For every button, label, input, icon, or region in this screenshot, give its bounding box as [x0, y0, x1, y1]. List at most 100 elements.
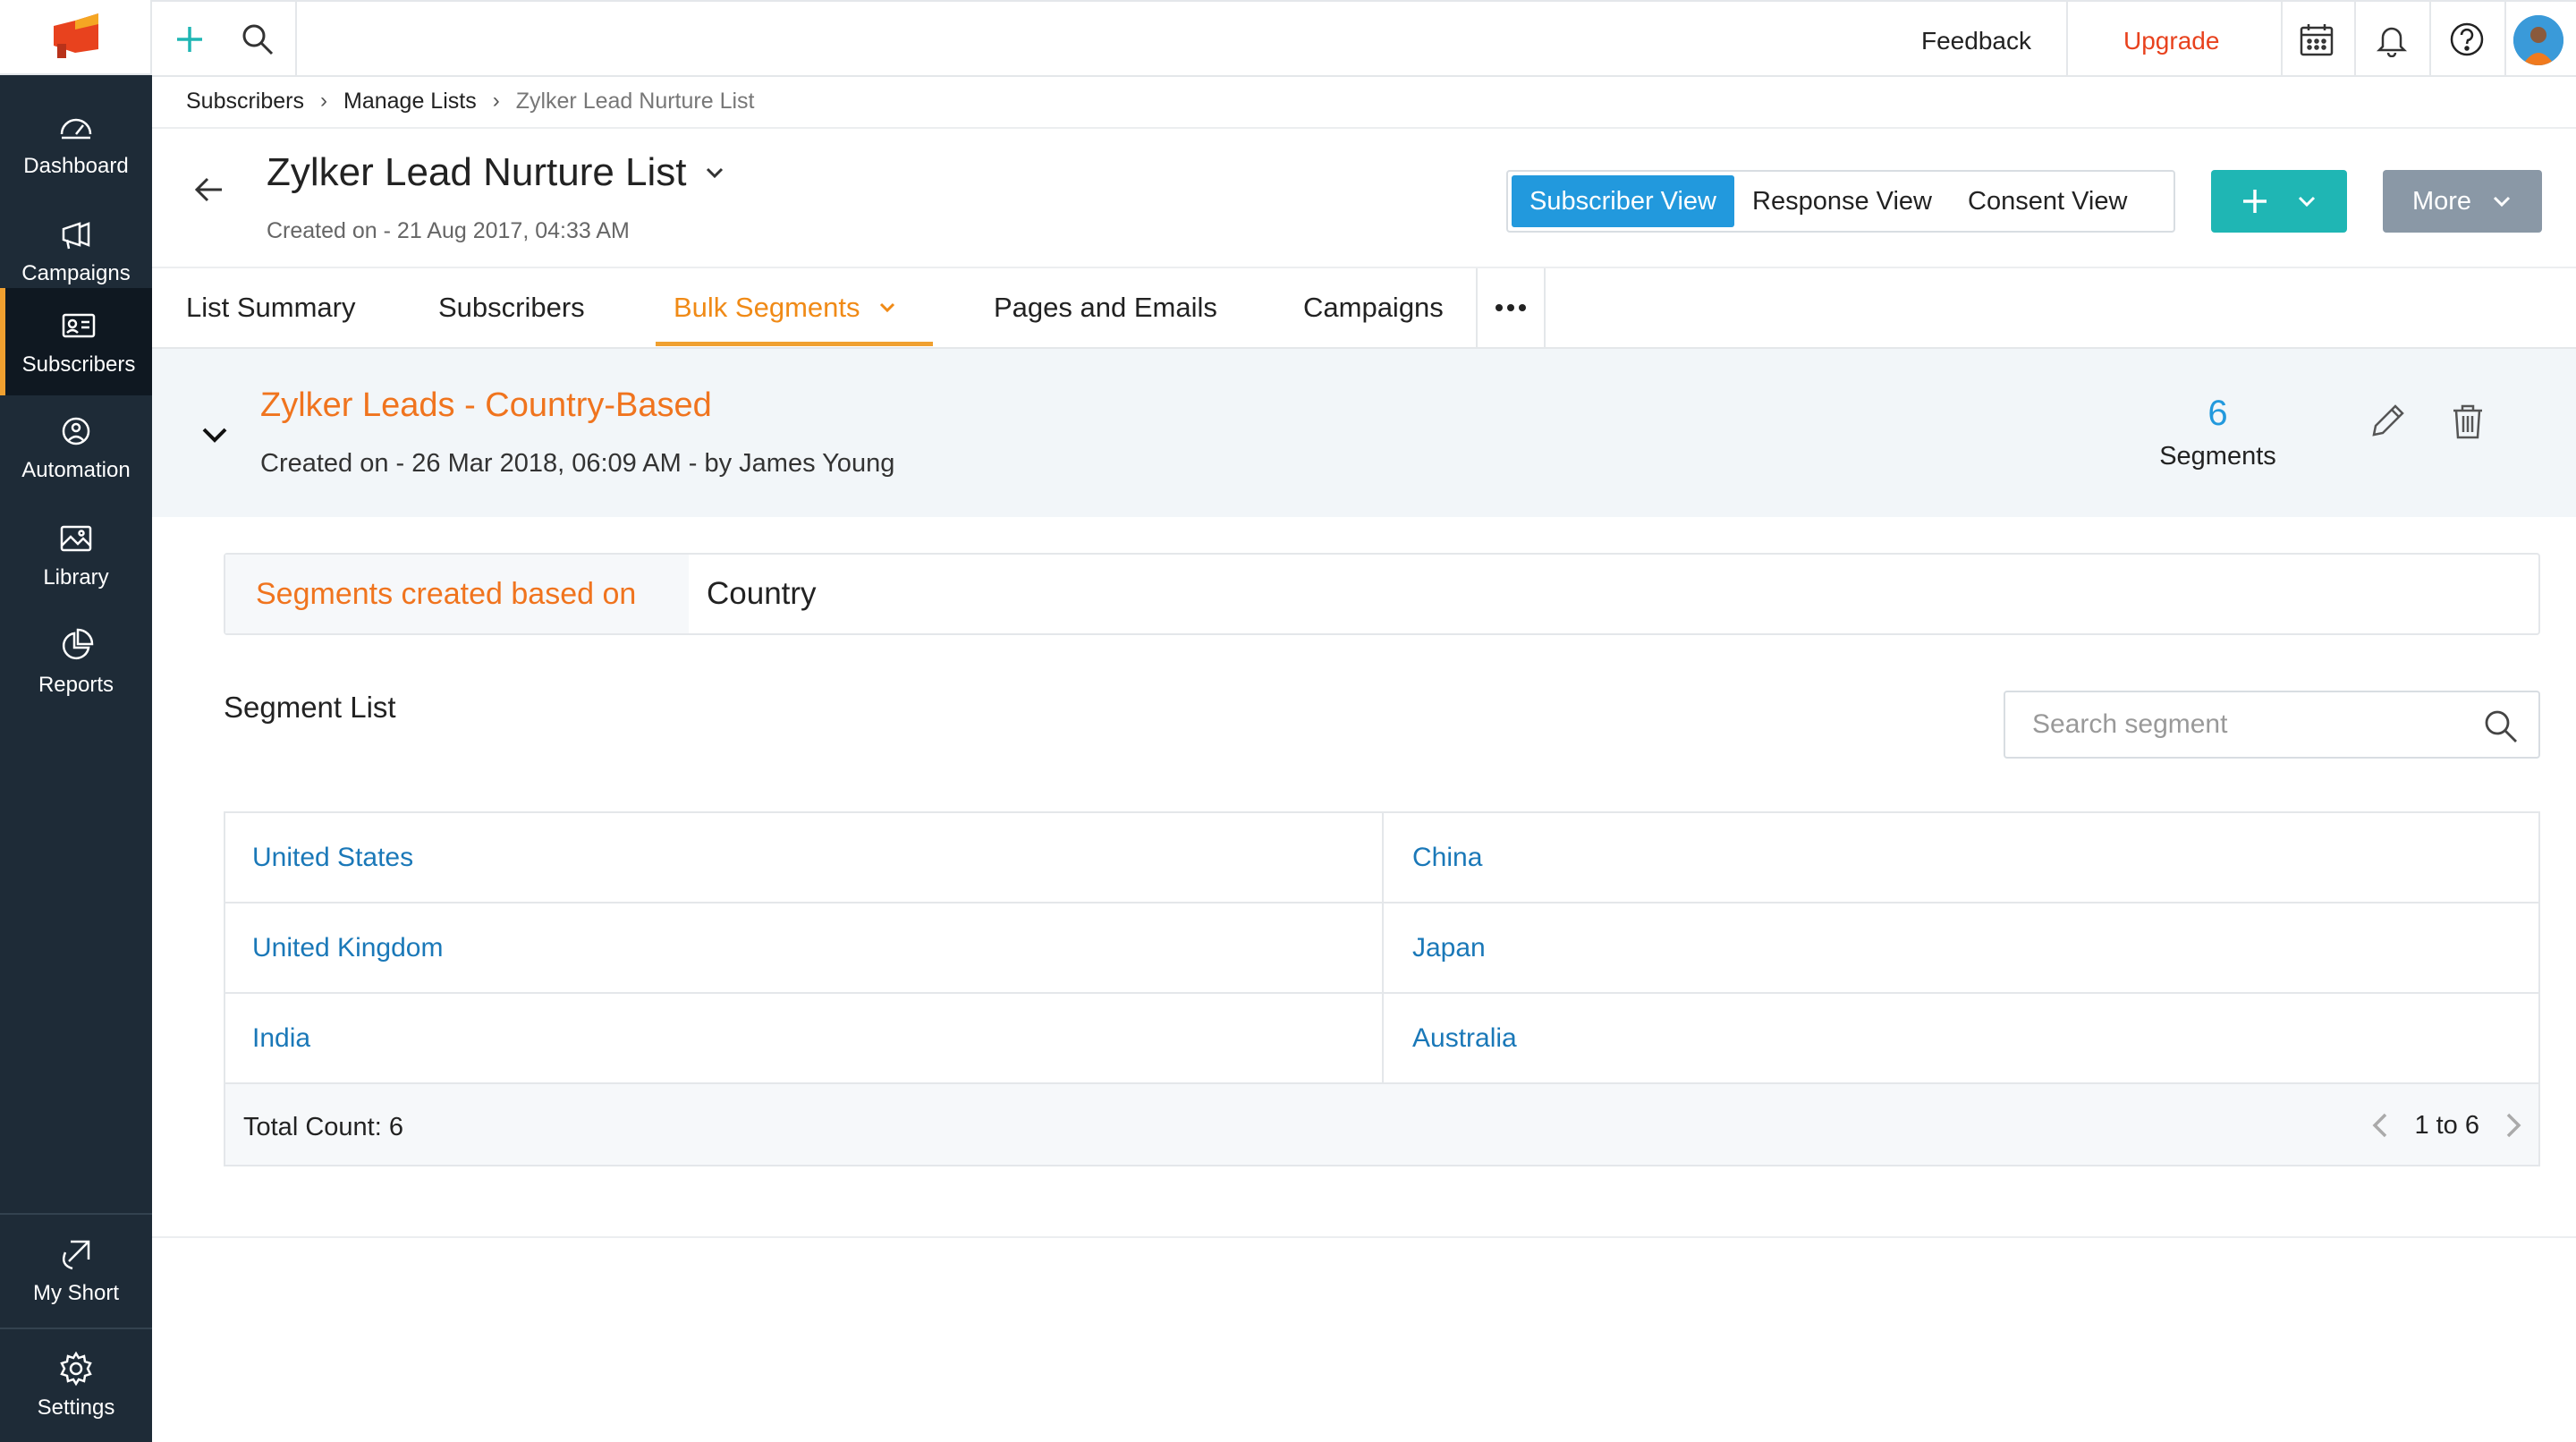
sidebar-item-reports[interactable]: Reports — [0, 608, 152, 716]
sidebar-item-my-short[interactable]: My Short — [0, 1217, 152, 1324]
megaphone-icon — [62, 222, 90, 250]
top-bar: Feedback Upgrade — [152, 0, 2576, 77]
sidebar: Dashboard Campaigns Subscribers Automati… — [0, 0, 152, 1442]
back-button[interactable] — [190, 170, 229, 209]
based-on-label: Segments created based on — [225, 555, 689, 633]
app-logo[interactable] — [0, 0, 152, 75]
segment-link-china[interactable]: China — [1382, 813, 2538, 902]
response-view-button[interactable]: Response View — [1734, 175, 1950, 227]
chevron-right-icon[interactable] — [2504, 1112, 2522, 1139]
sidebar-item-library[interactable]: Library — [0, 501, 152, 608]
active-tab-indicator — [656, 342, 933, 346]
top-divider — [2429, 2, 2431, 77]
search-input[interactable] — [2032, 692, 2462, 757]
tab-bulk-segments[interactable]: Bulk Segments — [674, 268, 898, 347]
delete-button[interactable] — [2447, 401, 2488, 442]
collapse-toggle[interactable] — [199, 419, 231, 451]
consent-view-button[interactable]: Consent View — [1950, 175, 2145, 227]
top-divider — [2066, 2, 2068, 77]
top-divider — [295, 2, 297, 77]
sidebar-item-label: Subscribers — [21, 352, 136, 377]
tab-bulk-segments-label: Bulk Segments — [674, 292, 860, 323]
global-search-button[interactable] — [238, 20, 277, 59]
segment-group-title[interactable]: Zylker Leads - Country-Based — [260, 386, 712, 425]
total-count: Total Count: 6 — [243, 1113, 403, 1141]
more-button-label: More — [2411, 186, 2472, 216]
edit-button[interactable] — [2367, 401, 2408, 442]
breadcrumb: Subscribers › Manage Lists › Zylker Lead… — [186, 86, 754, 116]
sidebar-item-dashboard[interactable]: Dashboard — [0, 89, 152, 197]
chevron-down-icon — [879, 302, 894, 313]
chevron-left-icon[interactable] — [2371, 1112, 2389, 1139]
sidebar-item-automation[interactable]: Automation — [0, 394, 152, 501]
sidebar-item-settings[interactable]: Settings — [0, 1331, 152, 1438]
more-horizontal-icon — [1496, 304, 1526, 311]
sidebar-item-label: Automation — [21, 458, 131, 482]
table-row: United Kingdom Japan — [225, 903, 2538, 994]
more-button[interactable]: More — [2383, 170, 2542, 233]
notifications-button[interactable] — [2372, 20, 2411, 59]
top-divider — [2504, 2, 2506, 77]
breadcrumb-chevron-icon: › — [492, 89, 500, 113]
contact-card-icon — [62, 313, 96, 338]
upgrade-link[interactable]: Upgrade — [2123, 2, 2219, 77]
segments-based-on-box: Segments created based on Country — [224, 553, 2540, 635]
tab-list-summary[interactable]: List Summary — [186, 268, 355, 347]
sidebar-item-subscribers[interactable]: Subscribers — [0, 288, 152, 395]
calendar-icon — [2300, 24, 2334, 56]
chevron-down-icon — [706, 167, 723, 179]
chevron-down-icon — [202, 428, 227, 443]
sidebar-divider — [0, 1213, 152, 1215]
page-title[interactable]: Zylker Lead Nurture List — [267, 150, 726, 195]
table-row: United States China — [225, 813, 2538, 903]
gear-icon — [60, 1351, 92, 1387]
avatar[interactable] — [2513, 15, 2563, 65]
shortcut-icon — [63, 1240, 90, 1270]
feedback-link[interactable]: Feedback — [1921, 2, 2031, 77]
list-created-date: Created on - 21 Aug 2017, 04:33 AM — [267, 218, 630, 243]
add-dropdown-button[interactable] — [2211, 170, 2347, 233]
segment-group-created: Created on - 26 Mar 2018, 06:09 AM - by … — [260, 449, 895, 478]
plus-icon — [2243, 190, 2267, 213]
table-footer: Total Count: 6 1 to 6 — [225, 1084, 2538, 1165]
sidebar-divider — [0, 1327, 152, 1329]
segment-list-title: Segment List — [224, 691, 396, 724]
view-toggle: Subscriber View Response View Consent Vi… — [1506, 170, 2175, 233]
quick-add-button[interactable] — [170, 20, 209, 59]
list-title-text: Zylker Lead Nurture List — [267, 150, 687, 194]
calendar-button[interactable] — [2297, 20, 2336, 59]
megaphone-logo-icon — [54, 13, 98, 58]
segment-count-label: Segments — [2159, 442, 2276, 471]
tabs-overflow-button[interactable] — [1476, 268, 1546, 347]
tab-campaigns[interactable]: Campaigns — [1303, 268, 1444, 347]
help-icon — [2450, 22, 2484, 56]
automation-icon — [62, 417, 90, 445]
tab-subscribers[interactable]: Subscribers — [438, 268, 585, 347]
breadcrumb-current: Zylker Lead Nurture List — [515, 88, 755, 114]
breadcrumb-item-manage-lists[interactable]: Manage Lists — [343, 89, 477, 115]
top-divider — [2354, 2, 2356, 77]
tab-pages-and-emails[interactable]: Pages and Emails — [994, 268, 1217, 347]
sidebar-item-label: Library — [43, 565, 109, 590]
segment-link-india[interactable]: India — [225, 994, 1382, 1082]
sidebar-item-label: Reports — [38, 673, 114, 697]
segment-link-japan[interactable]: Japan — [1382, 903, 2538, 992]
back-arrow-icon — [194, 177, 222, 202]
based-on-value: Country — [707, 576, 817, 611]
table-row: India Australia — [225, 994, 2538, 1084]
sidebar-item-label: My Short — [32, 1281, 120, 1305]
search-icon — [242, 24, 274, 55]
segment-link-united-kingdom[interactable]: United Kingdom — [225, 903, 1382, 992]
search-icon[interactable] — [2481, 707, 2521, 746]
segment-link-australia[interactable]: Australia — [1382, 994, 2538, 1082]
subscriber-view-button[interactable]: Subscriber View — [1512, 175, 1735, 227]
segment-link-united-states[interactable]: United States — [225, 813, 1382, 902]
help-button[interactable] — [2447, 20, 2487, 59]
chevron-down-icon — [2493, 196, 2511, 208]
breadcrumb-item-subscribers[interactable]: Subscribers — [186, 89, 304, 115]
segment-table: United States China United Kingdom Japan… — [224, 811, 2540, 1166]
pie-chart-icon — [62, 628, 94, 660]
bell-icon — [2376, 27, 2408, 57]
plus-icon — [177, 27, 202, 52]
sidebar-item-label: Dashboard — [23, 154, 129, 178]
